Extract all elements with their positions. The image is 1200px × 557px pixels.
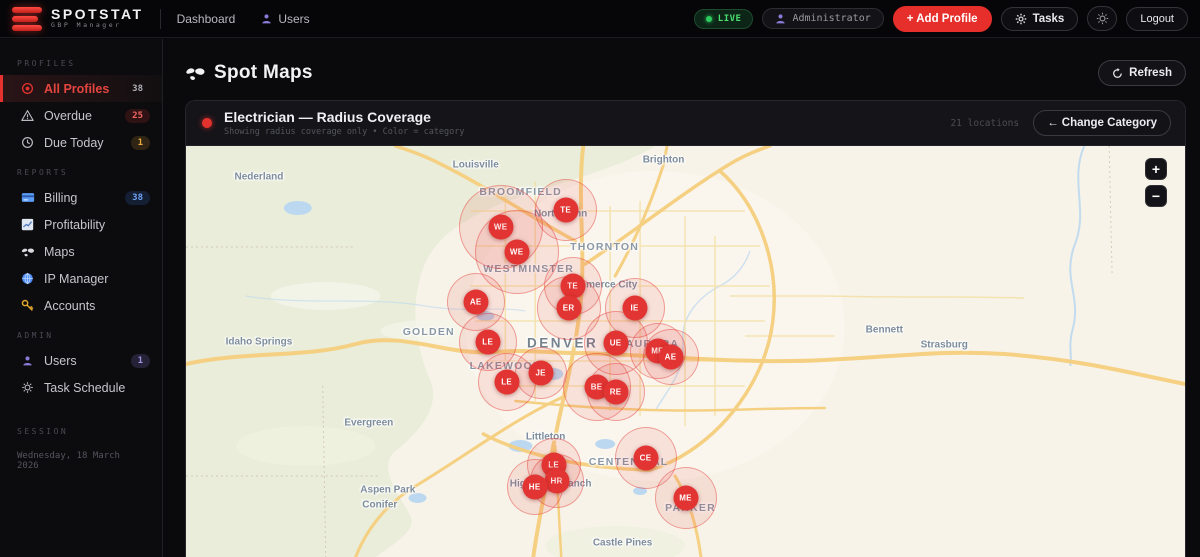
sidebar-item-due-today[interactable]: Due Today 1 [0,129,162,156]
card-title: Electrician — Radius Coverage [224,109,431,125]
marker-dot: HE [522,474,548,500]
brand-logo[interactable]: SPOTSTAT GBP Manager [12,6,144,31]
user-role-badge[interactable]: Administrator [762,8,884,29]
sidebar-item-label: Billing [44,190,78,205]
chart-icon [20,218,35,231]
marker-dot: CE [633,445,659,471]
marker-dot: LE [494,369,520,395]
change-category-button[interactable]: ← Change Category [1033,110,1171,136]
sidebar-item-maps[interactable]: Maps [0,238,162,265]
top-navbar: SPOTSTAT GBP Manager Dashboard Users LIV… [0,0,1200,38]
main-content: Spot Maps Refresh Electrician — Radius C… [164,39,1200,557]
sidebar-item-users[interactable]: Users 1 [0,347,162,374]
add-profile-button[interactable]: + Add Profile [892,5,992,32]
count-badge: 38 [132,83,143,94]
sidebar-item-label: Maps [44,244,75,259]
count-badge: 1 [130,353,150,368]
nav-divider [159,8,161,29]
nav-link-users[interactable]: Users [261,12,310,26]
map-canvas[interactable]: NederlandLouisvilleBrightonBROOMFIELDNor… [186,146,1185,557]
marker-dot: TE [553,197,579,223]
map-zoom-controls: + − [1145,158,1167,207]
session-date: Wednesday, 18 March 2026 [17,451,120,471]
card-subtitle: Showing radius coverage only • Color = c… [224,127,465,137]
marker-dot: WE [504,239,530,265]
sidebar-item-task-schedule[interactable]: Task Schedule [0,374,162,401]
live-dot-icon [705,15,712,22]
logo-bars-icon [12,6,42,31]
count-badge: 25 [125,108,150,123]
sidebar-section-reports: REPORTS [17,168,69,177]
warning-icon [20,109,35,122]
sidebar-item-label: Task Schedule [44,380,126,395]
clock-icon [20,136,35,149]
map-icon [20,246,35,258]
user-icon [20,355,35,366]
marker-dot: AE [463,289,489,315]
sidebar-item-overdue[interactable]: Overdue 25 [0,102,162,129]
page-title: Spot Maps [185,62,313,84]
refresh-icon [1112,67,1123,79]
sidebar-section-profiles: PROFILES [17,59,76,68]
gear-icon [20,381,35,394]
sidebar-item-label: Due Today [44,135,104,150]
brand-name: SPOTSTAT [51,6,144,22]
marker-dot: ER [556,295,582,321]
sidebar-item-label: IP Manager [44,271,109,286]
user-icon [261,13,272,24]
logout-button[interactable]: Logout [1126,6,1188,31]
locations-count: 21 locations [950,117,1020,129]
sidebar-item-label: Overdue [44,108,92,123]
sidebar-item-accounts[interactable]: Accounts [0,292,162,319]
marker-dot: LE [475,329,501,355]
target-icon [20,82,35,95]
sidebar-item-profitability[interactable]: Profitability [0,211,162,238]
sidebar-item-billing[interactable]: Billing 38 [0,184,162,211]
zoom-in-button[interactable]: + [1145,158,1167,180]
world-map-icon [185,65,206,82]
marker-dot: UE [603,330,629,356]
settings-button[interactable] [1087,6,1118,31]
marker-dot: ME [673,485,698,511]
user-icon [775,13,786,24]
sidebar-item-label: Accounts [44,298,96,313]
marker-dot: AE [658,344,683,370]
sidebar-item-label: Profitability [44,217,106,232]
sidebar-item-all-profiles[interactable]: All Profiles 38 [0,75,162,102]
globe-icon [20,272,35,285]
billing-icon [20,191,35,204]
count-badge: 1 [130,135,150,150]
category-color-dot [202,118,212,128]
brand-subtitle: GBP Manager [51,21,122,29]
sidebar: PROFILES All Profiles 38 Overdue 25 Due Today… [0,39,163,557]
refresh-button[interactable]: Refresh [1098,60,1186,86]
map-card: Electrician — Radius Coverage Showing ra… [185,100,1186,557]
sidebar-item-ip-manager[interactable]: IP Manager [0,265,162,292]
sun-settings-icon [1096,12,1109,25]
marker-dot: RE [603,379,629,405]
sidebar-item-label: All Profiles [44,81,110,96]
sidebar-section-admin: ADMIN [17,331,54,340]
sidebar-item-label: Users [44,353,77,368]
tasks-button[interactable]: Tasks [1000,6,1079,31]
key-icon [20,299,35,312]
count-badge: 38 [125,190,150,205]
live-status-badge: LIVE [693,8,754,29]
sidebar-section-session: SESSION [17,427,69,436]
gear-icon [1015,13,1027,25]
nav-link-dashboard[interactable]: Dashboard [177,12,236,26]
zoom-out-button[interactable]: − [1145,185,1167,207]
